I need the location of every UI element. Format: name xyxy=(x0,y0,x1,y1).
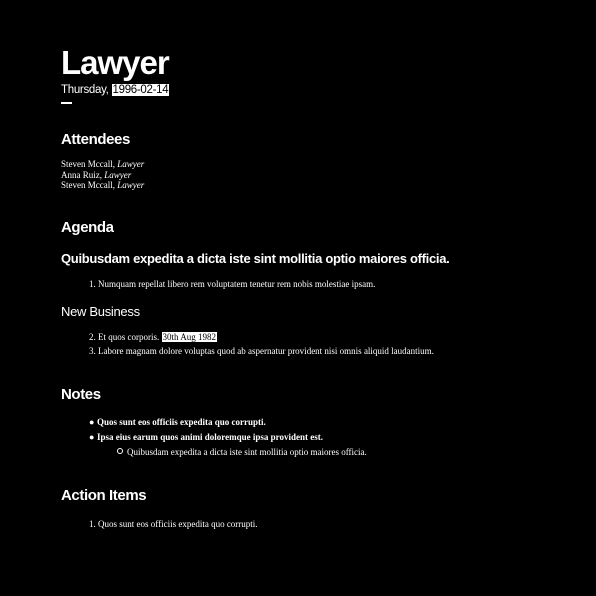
item-text: Quos sunt eos officiis expedita quo corr… xyxy=(98,518,258,529)
attendee-role: Lawyer xyxy=(104,169,132,180)
list-item: ● Ipsa eius earum quos animi doloremque i… xyxy=(89,431,561,443)
agenda-subheading: Quibusdam expedita a dicta iste sint mol… xyxy=(61,250,450,266)
attendee: Steven Mccall, Lawyer xyxy=(61,180,561,191)
item-number: 1. xyxy=(89,518,96,529)
attendee-role: Lawyer xyxy=(117,180,145,190)
list-item: ● Quos sunt eos officiis expedita quo cor… xyxy=(89,416,561,428)
note-text: Quos sunt eos officiis expedita quo corr… xyxy=(97,416,266,427)
date-value: 1996-02-14 xyxy=(111,84,170,96)
item-text: Labore magnam dolore voluptas quod ab as… xyxy=(98,345,434,356)
attendees-list: Steven Mccall, Lawyer Anna Ruiz, Lawyer … xyxy=(61,159,561,191)
list-item: 3. Labore magnam dolore voluptas quod ab… xyxy=(89,345,561,357)
date-weekday: Thursday, xyxy=(61,84,109,96)
attendees-heading: Attendees xyxy=(61,131,130,148)
list-item: 2. Et quos corporis. 30th Aug 1982 xyxy=(89,331,561,343)
attendee-name: Steven Mccall, xyxy=(61,180,115,190)
item-number: 1. xyxy=(89,278,96,289)
item-number: 2. xyxy=(89,331,96,342)
action-items-list: 1. Quos sunt eos officiis expedita quo c… xyxy=(61,518,561,530)
new-business-heading: New Business xyxy=(61,303,140,319)
notes-list: ● Quos sunt eos officiis expedita quo cor… xyxy=(61,416,561,458)
page-title: Lawyer xyxy=(61,44,170,81)
title-divider xyxy=(61,102,72,104)
list-item: 1. Numquam repellat libero rem voluptate… xyxy=(89,278,561,290)
attendee-name: Steven Mccall, xyxy=(61,159,115,169)
bullet-icon: ● xyxy=(89,431,95,442)
attendee: Anna Ruiz, Lawyer xyxy=(61,170,561,181)
attendee-name: Anna Ruiz, xyxy=(61,169,102,180)
new-business-list: 2. Et quos corporis. 30th Aug 1982 3. La… xyxy=(61,331,561,357)
action-items-heading: Action Items xyxy=(61,486,147,504)
notes-heading: Notes xyxy=(61,385,101,403)
attendee: Steven Mccall, Lawyer xyxy=(61,159,561,170)
note-text: Ipsa eius earum quos animi doloremque ip… xyxy=(97,431,323,442)
agenda-heading: Agenda xyxy=(61,218,114,236)
meeting-date: Thursday, 1996-02-14 xyxy=(61,83,561,97)
list-item: 1. Quos sunt eos officiis expedita quo c… xyxy=(89,518,561,530)
attendee-role: Lawyer xyxy=(117,159,145,169)
item-text: Et quos corporis. xyxy=(98,331,160,342)
item-date: 30th Aug 1982 xyxy=(161,331,218,342)
list-item: Quibusdam expedita a dicta iste sint mol… xyxy=(117,446,561,458)
item-text: Numquam repellat libero rem voluptatem t… xyxy=(98,278,376,289)
circle-bullet-icon xyxy=(117,447,123,454)
agenda-list: 1. Numquam repellat libero rem voluptate… xyxy=(61,278,561,290)
note-text: Quibusdam expedita a dicta iste sint mol… xyxy=(127,446,367,457)
document-page: Lawyer Thursday, 1996-02-14 Attendees St… xyxy=(61,44,561,530)
bullet-icon: ● xyxy=(89,416,95,427)
item-number: 3. xyxy=(89,345,96,356)
